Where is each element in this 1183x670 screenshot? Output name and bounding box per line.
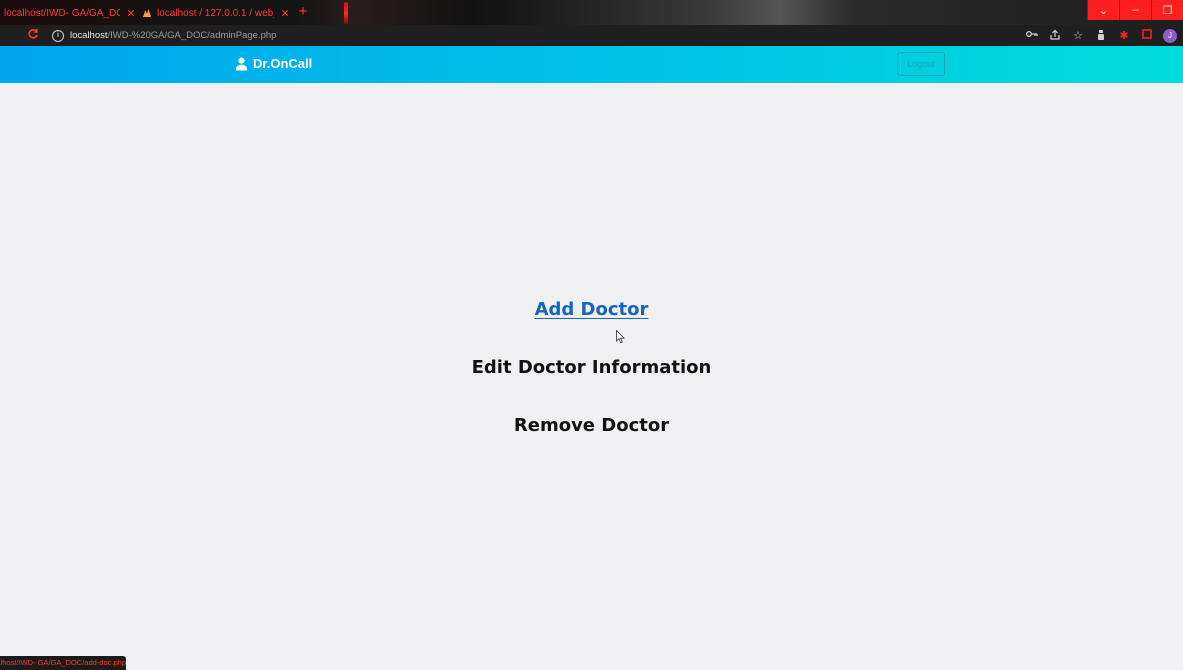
- window-controls: ⌄ – ❐: [1087, 0, 1183, 20]
- admin-page: Dr.OnCall Logout Add Doctor Edit Doctor …: [0, 46, 1183, 670]
- url-host: localhost: [70, 30, 108, 41]
- tab-title: localhost / 127.0.0.1 / web_assig: [157, 7, 274, 19]
- address-bar[interactable]: i localhost /IWD-%20GA/GA_DOC/adminPage.…: [46, 27, 1046, 44]
- browser-toolbar: i localhost /IWD-%20GA/GA_DOC/adminPage.…: [0, 25, 1183, 46]
- new-tab-button[interactable]: +: [296, 4, 310, 20]
- minimize-button[interactable]: –: [1119, 0, 1151, 20]
- restore-button[interactable]: ❐: [1151, 0, 1183, 20]
- tab-strip-divider: [344, 2, 348, 24]
- bug-icon[interactable]: ✱: [1117, 29, 1131, 43]
- browser-tab-phpmyadmin[interactable]: localhost / 127.0.0.1 / web_assig ✕: [142, 3, 292, 23]
- site-navbar: Dr.OnCall Logout: [0, 46, 1183, 83]
- key-icon[interactable]: [1025, 29, 1039, 43]
- toolbar-icons: ☆ ✱ J: [1025, 27, 1177, 44]
- extension-icon[interactable]: [1094, 29, 1108, 43]
- browser-tab-admin[interactable]: localhost/IWD- GA/GA_DOC/adn ✕: [4, 3, 138, 23]
- user-icon: [235, 57, 248, 70]
- status-bar-url: localhost/IWD- GA/GA_DOC/add-doc.php: [0, 656, 126, 670]
- brand-link[interactable]: Dr.OnCall: [235, 56, 312, 71]
- remove-doctor-link[interactable]: Remove Doctor: [514, 402, 669, 460]
- reload-glyph-icon: [28, 29, 38, 39]
- url-path: /IWD-%20GA/GA_DOC/adminPage.php: [107, 30, 277, 41]
- mouse-pointer-icon: [616, 330, 625, 344]
- avatar[interactable]: J: [1163, 28, 1177, 43]
- tab-search-button[interactable]: ⌄: [1087, 0, 1119, 20]
- brand-name: Dr.OnCall: [253, 56, 313, 71]
- admin-menu: Add Doctor Edit Doctor Information Remov…: [0, 286, 1183, 460]
- edit-doctor-information-link[interactable]: Edit Doctor Information: [472, 344, 712, 402]
- close-tab-icon[interactable]: ✕: [278, 7, 292, 20]
- reload-icon[interactable]: [26, 28, 40, 42]
- star-icon[interactable]: ☆: [1071, 29, 1085, 43]
- info-icon[interactable]: i: [52, 29, 64, 42]
- square-icon[interactable]: [1140, 28, 1154, 43]
- browser-window: localhost/IWD- GA/GA_DOC/adn ✕ localhost…: [0, 0, 1183, 670]
- close-tab-icon[interactable]: ✕: [124, 7, 138, 20]
- status-bar-text: localhost/IWD- GA/GA_DOC/add-doc.php: [0, 658, 126, 667]
- logout-button[interactable]: Logout: [897, 52, 945, 76]
- add-doctor-link[interactable]: Add Doctor: [535, 286, 649, 344]
- tab-title: localhost/IWD- GA/GA_DOC/adn: [4, 7, 120, 19]
- share-icon[interactable]: [1048, 29, 1062, 43]
- tab-strip: localhost/IWD- GA/GA_DOC/adn ✕ localhost…: [0, 0, 1183, 25]
- phpmyadmin-favicon-icon: [143, 9, 151, 17]
